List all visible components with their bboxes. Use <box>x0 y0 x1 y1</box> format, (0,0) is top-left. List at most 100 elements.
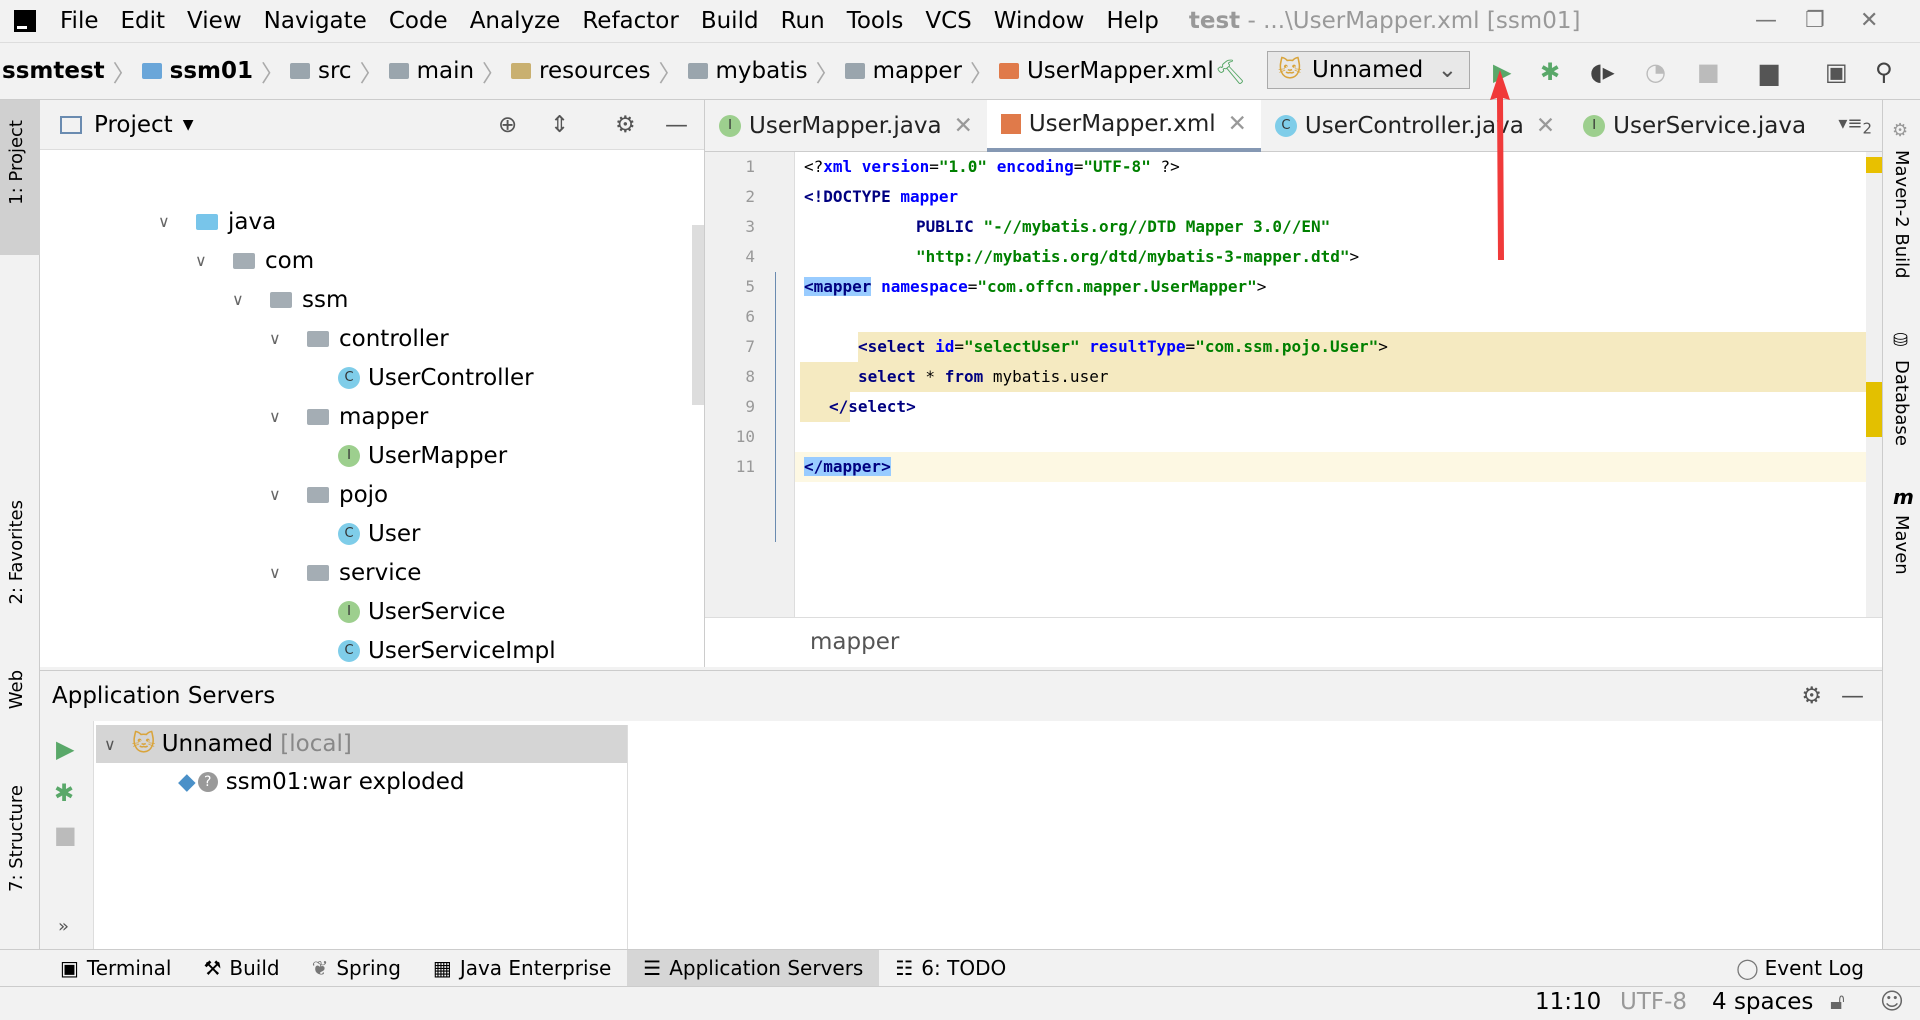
chevron-down-icon[interactable]: ∨ <box>269 329 287 348</box>
project-structure-icon[interactable]: ▆ <box>1760 58 1778 86</box>
close-tab-icon[interactable]: ✕ <box>1228 111 1247 137</box>
coverage-icon[interactable]: ◖▸ <box>1590 58 1615 86</box>
tree-item[interactable]: ∨ mapper <box>269 397 428 436</box>
tab-usermapper-java[interactable]: I UserMapper.java ✕ <box>705 100 987 152</box>
close-tab-icon[interactable]: ✕ <box>954 113 973 139</box>
caret-position[interactable]: 11:10 <box>1535 989 1601 1015</box>
server-node[interactable]: ∨ 🐱︎ Unnamed [local] <box>96 725 627 763</box>
tab-usercontroller-java[interactable]: C UserController.java ✕ <box>1261 100 1569 152</box>
breadcrumb-src[interactable]: src 〉 <box>289 54 383 88</box>
run-configuration-select[interactable]: 🐱︎ Unnamed ⌄ <box>1267 51 1470 89</box>
chevron-down-icon[interactable]: ∨ <box>195 251 213 270</box>
tab-database[interactable]: Database <box>1891 360 1912 446</box>
minimize-button[interactable]: — <box>1755 8 1777 33</box>
tree-item[interactable]: C UserServiceImpl <box>338 631 556 670</box>
code-line-5[interactable]: <mapper namespace="com.offcn.mapper.User… <box>804 272 1266 302</box>
tree-item[interactable]: ∨ controller <box>269 319 449 358</box>
tab-maven-2-build[interactable]: Maven-2 Build <box>1891 150 1912 279</box>
tool-event-log[interactable]: ◯ Event Log <box>1720 950 1880 987</box>
breadcrumb-ssmtest[interactable]: ssmtest 〉 <box>2 54 136 88</box>
tree-item[interactable]: C UserController <box>338 358 534 397</box>
artifact-node[interactable]: ◆ ? ssm01:war exploded <box>96 763 627 801</box>
menu-tools[interactable]: Tools <box>847 8 904 34</box>
run-play-icon[interactable]: ▶ <box>56 735 74 763</box>
menu-view[interactable]: View <box>187 8 242 34</box>
lock-icon[interactable]: 🔓︎ <box>1830 989 1845 1015</box>
menu-analyze[interactable]: Analyze <box>470 8 561 34</box>
menu-run[interactable]: Run <box>781 8 825 34</box>
breadcrumb-mapper[interactable]: mapper 〉 <box>844 54 993 88</box>
tree-item[interactable]: ∨ ssm <box>232 280 348 319</box>
scrollbar[interactable] <box>692 225 704 405</box>
gear-icon[interactable]: ⚙ <box>615 112 636 138</box>
indent-setting[interactable]: 4 spaces <box>1712 989 1813 1015</box>
tree-item[interactable]: ∨ service <box>269 553 421 592</box>
tree-item[interactable]: ∨ java <box>158 202 276 241</box>
chevron-down-icon[interactable]: ∨ <box>158 212 176 231</box>
build-hammer-icon[interactable]: 🔨︎ <box>1215 58 1245 86</box>
breadcrumb-resources[interactable]: resources 〉 <box>511 54 682 88</box>
tool-spring[interactable]: ❦ Spring <box>296 950 417 987</box>
tab-userservice-java[interactable]: I UserService.java <box>1569 100 1820 152</box>
code-line-3[interactable]: PUBLIC "-//mybatis.org//DTD Mapper 3.0//… <box>916 212 1330 242</box>
chevron-down-icon[interactable]: ∨ <box>104 735 116 754</box>
locate-icon[interactable]: ⊕ <box>498 112 517 138</box>
menu-build[interactable]: Build <box>701 8 759 34</box>
tab-favorites[interactable]: 2: Favorites <box>6 500 27 605</box>
debug-bug-icon[interactable]: ✱ <box>54 779 74 807</box>
menu-file[interactable]: File <box>60 8 99 34</box>
hide-panel-icon[interactable]: — <box>665 112 688 138</box>
breadcrumb-main[interactable]: main 〉 <box>388 54 505 88</box>
tool-application-servers[interactable]: ☰ Application Servers <box>627 949 880 987</box>
hide-panel-icon[interactable]: — <box>1841 671 1864 721</box>
code-line-9[interactable]: </select> <box>829 392 916 422</box>
tree-item[interactable]: I UserMapper <box>338 436 507 475</box>
gear-icon[interactable]: ⚙ <box>1801 671 1822 721</box>
run-anything-icon[interactable]: ▣ <box>1825 58 1848 86</box>
breadcrumb-mybatis[interactable]: mybatis 〉 <box>687 54 839 88</box>
project-title[interactable]: Project <box>94 112 173 138</box>
code-line-1[interactable]: <?xml version="1.0" encoding="UTF-8" ?> <box>804 152 1180 182</box>
chevron-down-icon[interactable]: ∨ <box>269 485 287 504</box>
code-line-8[interactable]: select * from mybatis.user <box>858 362 1108 392</box>
chevron-down-icon[interactable]: ∨ <box>269 407 287 426</box>
tree-item[interactable]: ∨ com <box>195 241 314 280</box>
menu-refactor[interactable]: Refactor <box>582 8 678 34</box>
tab-structure[interactable]: 7: Structure <box>6 785 27 892</box>
tab-usermapper-xml[interactable]: UserMapper.xml ✕ <box>986 99 1261 152</box>
editor-breadcrumb[interactable]: mapper <box>705 617 1882 667</box>
menu-code[interactable]: Code <box>389 8 448 34</box>
search-icon[interactable]: ⚲ <box>1875 58 1893 86</box>
tool-todo[interactable]: ☷ 6: TODO <box>879 950 1022 987</box>
tab-web[interactable]: Web <box>6 670 27 709</box>
collapse-all-icon[interactable]: ⇕ <box>550 112 569 138</box>
tree-item[interactable]: I UserService <box>338 592 505 631</box>
tab-overflow-button[interactable]: ▾≡2 <box>1838 113 1872 138</box>
menu-navigate[interactable]: Navigate <box>264 8 367 34</box>
code-line-11[interactable]: </mapper> <box>804 452 891 482</box>
editor-scrollbar[interactable] <box>1866 152 1882 617</box>
debug-bug-icon[interactable]: ✱ <box>1540 58 1560 86</box>
close-tab-icon[interactable]: ✕ <box>1536 113 1555 139</box>
restore-button[interactable]: ❐ <box>1805 8 1825 33</box>
code-line-7[interactable]: <select id="selectUser" resultType="com.… <box>858 332 1388 362</box>
code-line-4[interactable]: "http://mybatis.org/dtd/mybatis-3-mapper… <box>916 242 1359 272</box>
stop-icon[interactable]: ■ <box>54 821 77 849</box>
tree-item[interactable]: C User <box>338 514 420 553</box>
tool-build[interactable]: ⚒ Build <box>187 950 295 987</box>
breadcrumb-file[interactable]: UserMapper.xml <box>998 58 1214 84</box>
code-line-2[interactable]: <!DOCTYPE mapper <box>804 182 958 212</box>
tool-terminal[interactable]: ▣ Terminal <box>44 950 187 987</box>
menu-vcs[interactable]: VCS <box>925 8 971 34</box>
menu-help[interactable]: Help <box>1106 8 1158 34</box>
menu-window[interactable]: Window <box>994 8 1085 34</box>
tree-item[interactable]: ∨ pojo <box>269 475 388 514</box>
tab-project[interactable]: 1: Project <box>6 120 27 205</box>
chevron-down-icon[interactable]: ▼ <box>183 117 194 133</box>
tab-maven[interactable]: Maven <box>1891 515 1912 575</box>
chevron-down-icon[interactable]: ∨ <box>269 563 287 582</box>
gear-icon[interactable]: ⚙ <box>1892 120 1908 141</box>
file-encoding[interactable]: UTF-8 <box>1620 989 1687 1015</box>
inspection-marker[interactable] <box>1866 157 1882 173</box>
close-window-button[interactable]: ✕ <box>1860 8 1878 33</box>
